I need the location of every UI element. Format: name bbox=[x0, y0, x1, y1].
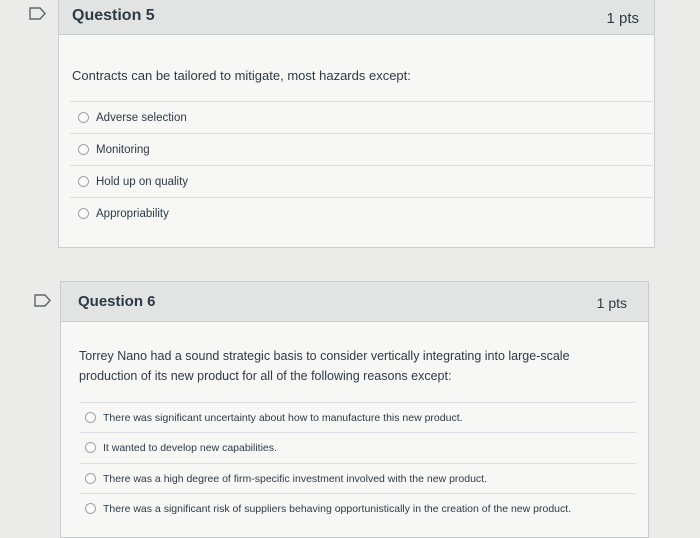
answer-option[interactable]: There was significant uncertainty about … bbox=[80, 402, 636, 432]
answer-label: Adverse selection bbox=[96, 111, 187, 124]
question-6-text: Torrey Nano had a sound strategic basis … bbox=[79, 346, 609, 386]
answer-option[interactable]: Adverse selection bbox=[70, 101, 653, 133]
answer-option[interactable]: Hold up on quality bbox=[70, 165, 653, 197]
question-5-header: Question 5 1 pts bbox=[59, 0, 654, 35]
question-5-title: Question 5 bbox=[72, 7, 155, 24]
radio-unchecked-icon[interactable] bbox=[85, 412, 96, 423]
answer-label: There was a high degree of firm-specific… bbox=[103, 472, 488, 485]
answer-label: There was a significant risk of supplier… bbox=[103, 502, 572, 515]
radio-unchecked-icon[interactable] bbox=[85, 442, 96, 453]
answer-option[interactable]: There was a significant risk of supplier… bbox=[80, 493, 636, 523]
question-6-points: 1 pts bbox=[596, 295, 627, 311]
flag-question-6-icon[interactable] bbox=[34, 294, 52, 307]
radio-unchecked-icon[interactable] bbox=[78, 208, 89, 219]
radio-unchecked-icon[interactable] bbox=[85, 503, 96, 514]
question-6-card: Question 6 1 pts Torrey Nano had a sound… bbox=[60, 281, 649, 538]
question-5-points: 1 pts bbox=[606, 10, 639, 27]
radio-unchecked-icon[interactable] bbox=[85, 473, 96, 484]
question-5-text: Contracts can be tailored to mitigate, m… bbox=[72, 68, 411, 83]
answer-option[interactable]: Monitoring bbox=[70, 133, 653, 165]
answer-option[interactable]: Appropriability bbox=[70, 197, 653, 229]
answer-label: Appropriability bbox=[96, 207, 169, 220]
answer-label: It wanted to develop new capabilities. bbox=[103, 441, 277, 454]
answer-label: Hold up on quality bbox=[96, 175, 189, 188]
radio-unchecked-icon[interactable] bbox=[78, 144, 89, 155]
radio-unchecked-icon[interactable] bbox=[78, 112, 89, 123]
flag-question-5-icon[interactable] bbox=[29, 7, 47, 20]
question-6-header: Question 6 1 pts bbox=[61, 282, 648, 322]
question-5-card: Question 5 1 pts Contracts can be tailor… bbox=[58, 0, 655, 248]
radio-unchecked-icon[interactable] bbox=[78, 176, 89, 187]
question-6-text-line-1: Torrey Nano had a sound strategic basis … bbox=[79, 349, 570, 363]
answer-option[interactable]: It wanted to develop new capabilities. bbox=[80, 432, 636, 462]
question-6-title: Question 6 bbox=[78, 293, 156, 310]
answer-option[interactable]: There was a high degree of firm-specific… bbox=[80, 463, 636, 493]
question-6-text-line-2: production of its new product for all of… bbox=[79, 369, 452, 383]
answer-label: Monitoring bbox=[96, 143, 150, 156]
answer-label: There was significant uncertainty about … bbox=[103, 411, 463, 424]
